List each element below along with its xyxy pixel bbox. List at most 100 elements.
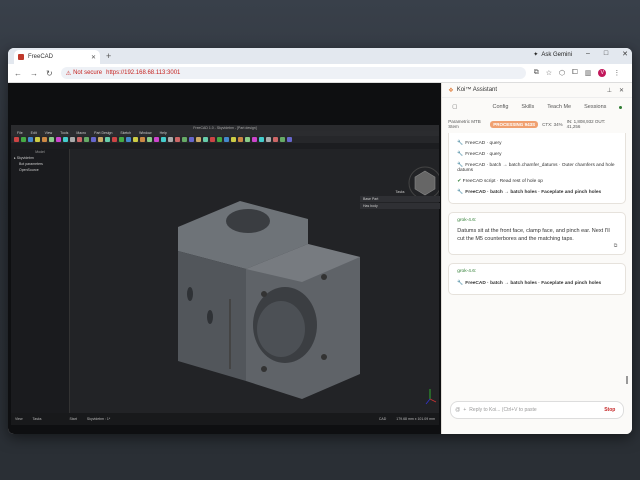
- freecad-toolbar-icon[interactable]: [196, 137, 201, 142]
- freecad-menu-item[interactable]: Window: [139, 131, 151, 136]
- freecad-toolbar-icon[interactable]: [259, 137, 264, 142]
- minimize-icon[interactable]: –: [586, 50, 590, 58]
- freecad-toolbar-icon[interactable]: [126, 137, 131, 142]
- freecad-toolbar-icon[interactable]: [280, 137, 285, 142]
- close-window-icon[interactable]: ✕: [622, 50, 628, 58]
- freecad-toolbar-icon[interactable]: [189, 137, 194, 142]
- maximize-icon[interactable]: □: [604, 50, 608, 58]
- freecad-toolbar-icon[interactable]: [266, 137, 271, 142]
- task-row[interactable]: Has body: [360, 203, 440, 209]
- freecad-menu-item[interactable]: Edit: [31, 131, 37, 136]
- freecad-toolbar-icon[interactable]: [28, 137, 33, 142]
- nav-sessions[interactable]: Sessions: [584, 104, 606, 110]
- freecad-toolbar-icon[interactable]: [91, 137, 96, 142]
- freecad-toolbar-icon[interactable]: [14, 137, 19, 142]
- stop-button[interactable]: Stop: [604, 407, 623, 413]
- nav-config[interactable]: Config: [493, 104, 509, 110]
- reload-icon[interactable]: ↻: [46, 69, 53, 78]
- model-tree: Model ▸ Skyvidebm Bot parameters OpenSou…: [11, 149, 70, 413]
- mention-icon[interactable]: @: [455, 407, 460, 413]
- ask-gemini-button[interactable]: ✦ Ask Gemini: [533, 51, 572, 59]
- 3d-viewport[interactable]: Tasks Base Part Has body: [70, 149, 442, 413]
- freecad-toolbar-icon[interactable]: [112, 137, 117, 142]
- freecad-toolbar-icon[interactable]: [21, 137, 26, 142]
- sidebar-icon[interactable]: ▥: [585, 69, 592, 77]
- freecad-toolbar-icon[interactable]: [287, 137, 292, 142]
- scrollbar-thumb[interactable]: [626, 376, 628, 384]
- freecad-toolbar-icon[interactable]: [175, 137, 180, 142]
- tool-call[interactable]: 🔧 FreeCAD · batch → batch holes · Facepla…: [457, 187, 617, 198]
- freecad-toolbar-icon[interactable]: [63, 137, 68, 142]
- freecad-toolbar-icon[interactable]: [252, 137, 257, 142]
- freecad-toolbar-icon[interactable]: [70, 137, 75, 142]
- new-tab-button[interactable]: +: [106, 51, 111, 61]
- freecad-toolbar-icon[interactable]: [161, 137, 166, 142]
- freecad-toolbar-icon[interactable]: [224, 137, 229, 142]
- tool-call[interactable]: 🔧 FreeCAD · query: [457, 149, 617, 160]
- translate-icon[interactable]: ⧉: [534, 69, 539, 77]
- nav-style[interactable]: CAD: [379, 417, 386, 421]
- doc-tab[interactable]: Start: [69, 417, 76, 421]
- new-chat-icon[interactable]: ▢: [452, 104, 457, 110]
- freecad-toolbar-icon[interactable]: [140, 137, 145, 142]
- back-icon[interactable]: ←: [14, 69, 22, 78]
- freecad-menu-item[interactable]: Tools: [60, 131, 68, 136]
- freecad-toolbar-icon[interactable]: [168, 137, 173, 142]
- freecad-menu-item[interactable]: View: [45, 131, 53, 136]
- freecad-toolbar-icon[interactable]: [245, 137, 250, 142]
- freecad-toolbar-icon[interactable]: [56, 137, 61, 142]
- task-row[interactable]: Base Part: [360, 196, 440, 202]
- close-panel-icon[interactable]: ✕: [619, 87, 624, 94]
- freecad-remote-view[interactable]: FreeCAD 1.0 - Skyvidebm - [Part design] …: [8, 83, 442, 434]
- puzzle-icon[interactable]: ⧠: [572, 69, 578, 77]
- freecad-toolbar-icon[interactable]: [182, 137, 187, 142]
- tool-call[interactable]: ✔ FreeCAD script · Read rest of hole op: [457, 176, 617, 187]
- freecad-toolbar-icon[interactable]: [231, 137, 236, 142]
- pin-icon[interactable]: ⊥: [607, 87, 612, 94]
- freecad-menu-item[interactable]: Help: [160, 131, 167, 136]
- freecad-toolbar-icon[interactable]: [217, 137, 222, 142]
- tool-call[interactable]: 🔧 FreeCAD · batch → batch holes · Facepla…: [457, 278, 617, 289]
- freecad-toolbar-icon[interactable]: [203, 137, 208, 142]
- nav-teach-me[interactable]: Teach Me: [547, 104, 571, 110]
- bookmark-star-icon[interactable]: ☆: [546, 69, 552, 77]
- address-bar[interactable]: ⚠ Not secure https://192.168.68.113:3001: [60, 67, 526, 79]
- tree-item[interactable]: OpenSource: [11, 167, 69, 173]
- freecad-menu-item[interactable]: File: [17, 131, 23, 136]
- freecad-toolbar-icon[interactable]: [42, 137, 47, 142]
- freecad-toolbar-icon[interactable]: [154, 137, 159, 142]
- freecad-toolbar-icon[interactable]: [49, 137, 54, 142]
- nav-skills[interactable]: Skills: [521, 104, 534, 110]
- freecad-menu-item[interactable]: Macro: [76, 131, 86, 136]
- freecad-toolbar-icon[interactable]: [133, 137, 138, 142]
- freecad-toolbar-icon[interactable]: [84, 137, 89, 142]
- freecad-toolbar-icon[interactable]: [105, 137, 110, 142]
- extension-icon[interactable]: ⬡: [559, 69, 565, 77]
- tool-call[interactable]: 🔧 FreeCAD · query: [457, 138, 617, 149]
- doc-tab[interactable]: Skyvidebm : 1*: [87, 417, 110, 421]
- tool-call[interactable]: 🔧 FreeCAD · batch → batch.chamfer_datums …: [457, 160, 617, 176]
- profile-avatar[interactable]: V: [598, 69, 607, 77]
- bottom-tab[interactable]: Tasks: [33, 417, 42, 421]
- close-tab-icon[interactable]: ✕: [91, 54, 96, 61]
- copy-icon[interactable]: ⧉: [457, 243, 618, 249]
- freecad-toolbar-icon[interactable]: [238, 137, 243, 142]
- menu-kebab-icon[interactable]: ⋮: [613, 69, 620, 77]
- freecad-toolbar-icon[interactable]: [77, 137, 82, 142]
- freecad-menu-item[interactable]: Part Design: [94, 131, 112, 136]
- forward-icon[interactable]: →: [30, 69, 38, 78]
- tab-freecad[interactable]: FreeCAD ✕: [14, 50, 100, 64]
- reply-composer[interactable]: @ + Reply to Koi... (Ctrl+V to paste Sto…: [450, 401, 625, 419]
- not-secure-label: Not secure: [73, 70, 103, 76]
- reply-input[interactable]: Reply to Koi... (Ctrl+V to paste: [469, 407, 536, 413]
- freecad-toolbar-icon[interactable]: [98, 137, 103, 142]
- freecad-toolbar-icon[interactable]: [273, 137, 278, 142]
- freecad-toolbar-icon[interactable]: [35, 137, 40, 142]
- freecad-menu-item[interactable]: Sketch: [120, 131, 131, 136]
- not-secure-badge[interactable]: ⚠ Not secure: [66, 70, 102, 77]
- add-attachment-icon[interactable]: +: [463, 407, 466, 413]
- freecad-toolbar-icon[interactable]: [210, 137, 215, 142]
- freecad-toolbar-icon[interactable]: [119, 137, 124, 142]
- bottom-tab[interactable]: View: [15, 417, 23, 421]
- freecad-toolbar-icon[interactable]: [147, 137, 152, 142]
